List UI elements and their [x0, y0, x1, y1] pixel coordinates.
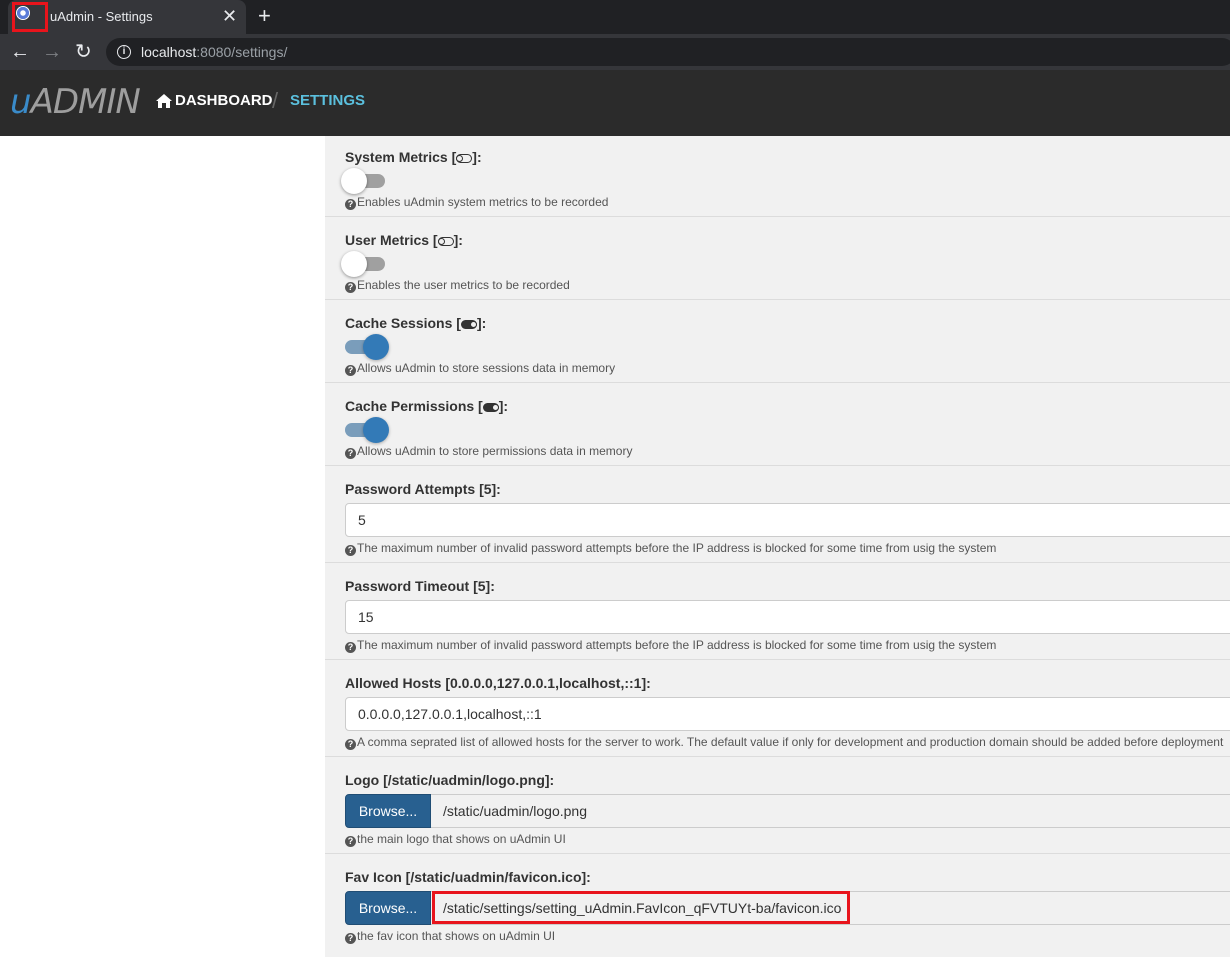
logo-file-path[interactable]: /static/uadmin/logo.png	[431, 794, 1230, 828]
setting-label: Allowed Hosts [0.0.0.0,127.0.0.1,localho…	[345, 675, 651, 691]
setting-help: ? A comma seprated list of allowed hosts …	[345, 735, 1223, 750]
password-timeout-input[interactable]	[345, 600, 1230, 634]
dashboard-label: DASHBOARD	[175, 92, 273, 109]
setting-help: ? Enables the user metrics to be recorded	[345, 278, 570, 293]
question-circle-icon: ?	[345, 199, 356, 210]
setting-help: ? The maximum number of invalid password …	[345, 638, 996, 653]
settings-form: System Metrics []: ? Enables uAdmin syste…	[325, 136, 1230, 957]
question-circle-icon: ?	[345, 836, 356, 847]
home-icon	[156, 93, 172, 108]
forward-arrow-icon[interactable]: →	[42, 39, 62, 65]
setting-cache-sessions: Cache Sessions []: ? Allows uAdmin to sto…	[325, 300, 1230, 383]
cache-permissions-toggle[interactable]	[345, 417, 389, 443]
setting-allowed-hosts: Allowed Hosts [0.0.0.0,127.0.0.1,localho…	[325, 660, 1230, 757]
browser-tab[interactable]: uAdmin - Settings ✕	[8, 0, 246, 34]
reload-icon[interactable]: ↻	[75, 39, 92, 65]
app-header: uADMIN DASHBOARD / SETTINGS	[0, 70, 1230, 136]
setting-help: ? Enables uAdmin system metrics to be rec…	[345, 195, 608, 210]
setting-help: ? the main logo that shows on uAdmin UI	[345, 832, 566, 847]
uadmin-favicon-icon	[16, 6, 30, 20]
toggle-off-icon	[456, 154, 473, 163]
setting-user-metrics: User Metrics []: ? Enables the user metri…	[325, 217, 1230, 300]
logo-file-input: Browse... /static/uadmin/logo.png	[345, 794, 1230, 828]
question-circle-icon: ?	[345, 545, 356, 556]
setting-logo: Logo [/static/uadmin/logo.png]: Browse..…	[325, 757, 1230, 854]
logo-browse-button[interactable]: Browse...	[345, 794, 431, 828]
favicon-browse-button[interactable]: Browse...	[345, 891, 431, 925]
user-metrics-toggle[interactable]	[341, 251, 385, 277]
address-bar[interactable]: i localhost:8080/settings/	[106, 38, 1230, 66]
back-arrow-icon[interactable]: ←	[10, 39, 30, 65]
site-info-icon[interactable]: i	[117, 45, 131, 59]
tab-close-icon[interactable]: ✕	[222, 5, 237, 27]
question-circle-icon: ?	[345, 739, 356, 750]
question-circle-icon: ?	[345, 282, 356, 293]
uadmin-logo[interactable]: uADMIN	[10, 82, 141, 122]
cache-sessions-toggle[interactable]	[345, 334, 389, 360]
question-circle-icon: ?	[345, 642, 356, 653]
setting-label: Fav Icon [/static/uadmin/favicon.ico]:	[345, 869, 591, 885]
browser-tab-bar: uAdmin - Settings ✕ +	[0, 0, 1230, 34]
setting-help: ? Allows uAdmin to store permissions data…	[345, 444, 632, 459]
setting-help: ? The maximum number of invalid password …	[345, 541, 996, 556]
logo-text: ADMIN	[30, 82, 141, 122]
url-host: localhost	[141, 44, 197, 60]
setting-label: Cache Sessions []:	[345, 315, 487, 331]
breadcrumb-settings: SETTINGS	[290, 92, 366, 109]
new-tab-icon[interactable]: +	[258, 3, 271, 29]
setting-password-timeout: Password Timeout [5]: ?The maximum numbe…	[325, 563, 1230, 660]
breadcrumb-separator: /	[272, 88, 279, 113]
setting-help: ? the fav icon that shows on uAdmin UI	[345, 929, 555, 944]
setting-label: Cache Permissions []:	[345, 398, 509, 414]
toggle-on-icon	[460, 320, 477, 329]
logo-u: u	[10, 82, 32, 122]
password-attempts-input[interactable]	[345, 503, 1230, 537]
setting-cache-permissions: Cache Permissions []: ? Allows uAdmin to …	[325, 383, 1230, 466]
toggle-off-icon	[437, 237, 454, 246]
setting-label: Password Timeout [5]:	[345, 578, 495, 594]
setting-system-metrics: System Metrics []: ? Enables uAdmin syste…	[325, 136, 1230, 217]
setting-label: Password Attempts [5]:	[345, 481, 501, 497]
browser-toolbar: ← → ↻ i localhost:8080/settings/	[0, 34, 1230, 70]
setting-label: System Metrics []:	[345, 149, 482, 165]
setting-password-attempts: Password Attempts [5]: ?The maximum numb…	[325, 466, 1230, 563]
question-circle-icon: ?	[345, 448, 356, 459]
system-metrics-toggle[interactable]	[341, 168, 385, 194]
question-circle-icon: ?	[345, 933, 356, 944]
toggle-on-icon	[482, 403, 499, 412]
url-text: localhost:8080/settings/	[141, 44, 287, 60]
breadcrumb-dashboard-link[interactable]: DASHBOARD	[156, 92, 273, 109]
setting-help: ? Allows uAdmin to store sessions data in…	[345, 361, 615, 376]
allowed-hosts-input[interactable]	[345, 697, 1230, 731]
question-circle-icon: ?	[345, 365, 356, 376]
setting-label: User Metrics []:	[345, 232, 463, 248]
tab-title: uAdmin - Settings	[50, 9, 153, 24]
setting-label: Logo [/static/uadmin/logo.png]:	[345, 772, 555, 788]
url-path: :8080/settings/	[196, 44, 288, 60]
favicon-path-highlight	[432, 891, 850, 924]
